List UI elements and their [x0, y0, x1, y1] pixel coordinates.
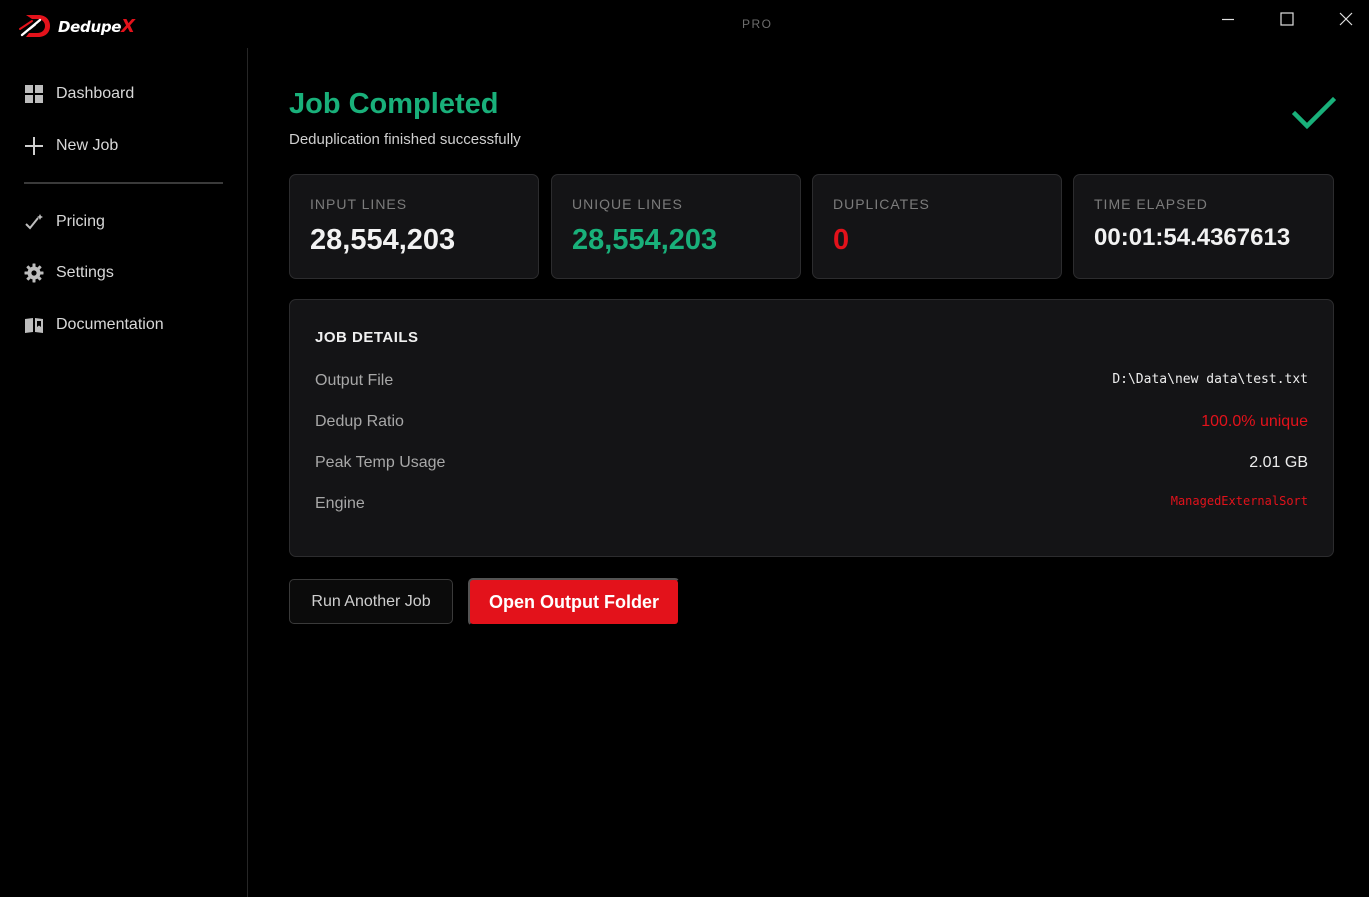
stat-label: UNIQUE LINES: [572, 196, 683, 212]
stat-card-input-lines: INPUT LINES 28,554,203: [289, 174, 539, 279]
sidebar-item-label: Documentation: [56, 316, 164, 333]
sidebar-item-label: Settings: [56, 264, 114, 281]
app-name: DedupeX: [58, 15, 135, 37]
detail-row-output-file: Output File D:\Data\new data\test.txt: [315, 372, 1308, 396]
detail-key: Dedup Ratio: [315, 413, 404, 430]
sidebar-item-label: New Job: [56, 137, 119, 154]
title-bar: DedupeX PRO: [0, 0, 1369, 48]
detail-value: 100.0% unique: [1201, 413, 1308, 430]
job-details-panel: JOB DETAILS Output File D:\Data\new data…: [289, 299, 1334, 557]
app-logo: DedupeX: [18, 12, 135, 40]
stat-label: DUPLICATES: [833, 196, 930, 212]
maximize-icon: [1280, 12, 1294, 26]
gear-icon: [24, 263, 44, 283]
detail-value: D:\Data\new data\test.txt: [1112, 372, 1308, 387]
maximize-button[interactable]: [1259, 0, 1315, 38]
sidebar-item-label: Pricing: [56, 213, 105, 230]
sidebar-item-new-job[interactable]: New Job: [24, 131, 118, 161]
page-title: Job Completed: [289, 88, 499, 120]
detail-key: Engine: [315, 495, 365, 512]
stat-label: TIME ELAPSED: [1094, 196, 1208, 212]
detail-row-dedup-ratio: Dedup Ratio 100.0% unique: [315, 413, 1308, 437]
sidebar-item-pricing[interactable]: Pricing: [24, 207, 105, 237]
main-content: Job Completed Deduplication finished suc…: [249, 48, 1369, 897]
close-icon: [1339, 12, 1353, 26]
stat-value: 0: [833, 224, 850, 256]
minimize-button[interactable]: [1200, 0, 1256, 38]
sidebar-divider: [24, 182, 223, 184]
plus-icon: [24, 136, 44, 156]
stat-card-time-elapsed: TIME ELAPSED 00:01:54.4367613: [1073, 174, 1334, 279]
detail-key: Output File: [315, 372, 394, 389]
sidebar-item-documentation[interactable]: Documentation: [24, 310, 164, 340]
details-title: JOB DETAILS: [315, 329, 419, 346]
page-subtitle: Deduplication finished successfully: [289, 131, 521, 148]
stat-card-duplicates: DUPLICATES 0: [812, 174, 1062, 279]
detail-value: 2.01 GB: [1249, 454, 1308, 471]
sidebar: Dashboard New Job Pricing Settings Docum…: [0, 48, 248, 897]
minimize-icon: [1222, 18, 1234, 21]
detail-value: ManagedExternalSort: [1170, 494, 1308, 508]
sidebar-item-label: Dashboard: [56, 85, 135, 102]
check-sparkle-icon: [24, 212, 44, 232]
run-another-job-button[interactable]: Run Another Job: [289, 579, 453, 624]
stat-value: 28,554,203: [572, 224, 718, 256]
tier-label: PRO: [742, 17, 773, 31]
detail-key: Peak Temp Usage: [315, 454, 446, 471]
stat-value: 28,554,203: [310, 224, 456, 256]
checkmark-icon: [1292, 96, 1336, 130]
sidebar-item-settings[interactable]: Settings: [24, 258, 114, 288]
stat-value: 00:01:54.4367613: [1094, 224, 1291, 251]
stat-card-unique-lines: UNIQUE LINES 28,554,203: [551, 174, 801, 279]
book-icon: [24, 315, 44, 335]
close-button[interactable]: [1318, 0, 1369, 38]
stat-label: INPUT LINES: [310, 196, 408, 212]
open-output-folder-button[interactable]: Open Output Folder: [468, 578, 680, 626]
detail-row-peak-temp-usage: Peak Temp Usage 2.01 GB: [315, 454, 1308, 478]
grid-icon: [24, 84, 44, 104]
sidebar-item-dashboard[interactable]: Dashboard: [24, 79, 134, 109]
detail-row-engine: Engine ManagedExternalSort: [315, 494, 1308, 519]
dedupex-logo-icon: [19, 15, 50, 37]
